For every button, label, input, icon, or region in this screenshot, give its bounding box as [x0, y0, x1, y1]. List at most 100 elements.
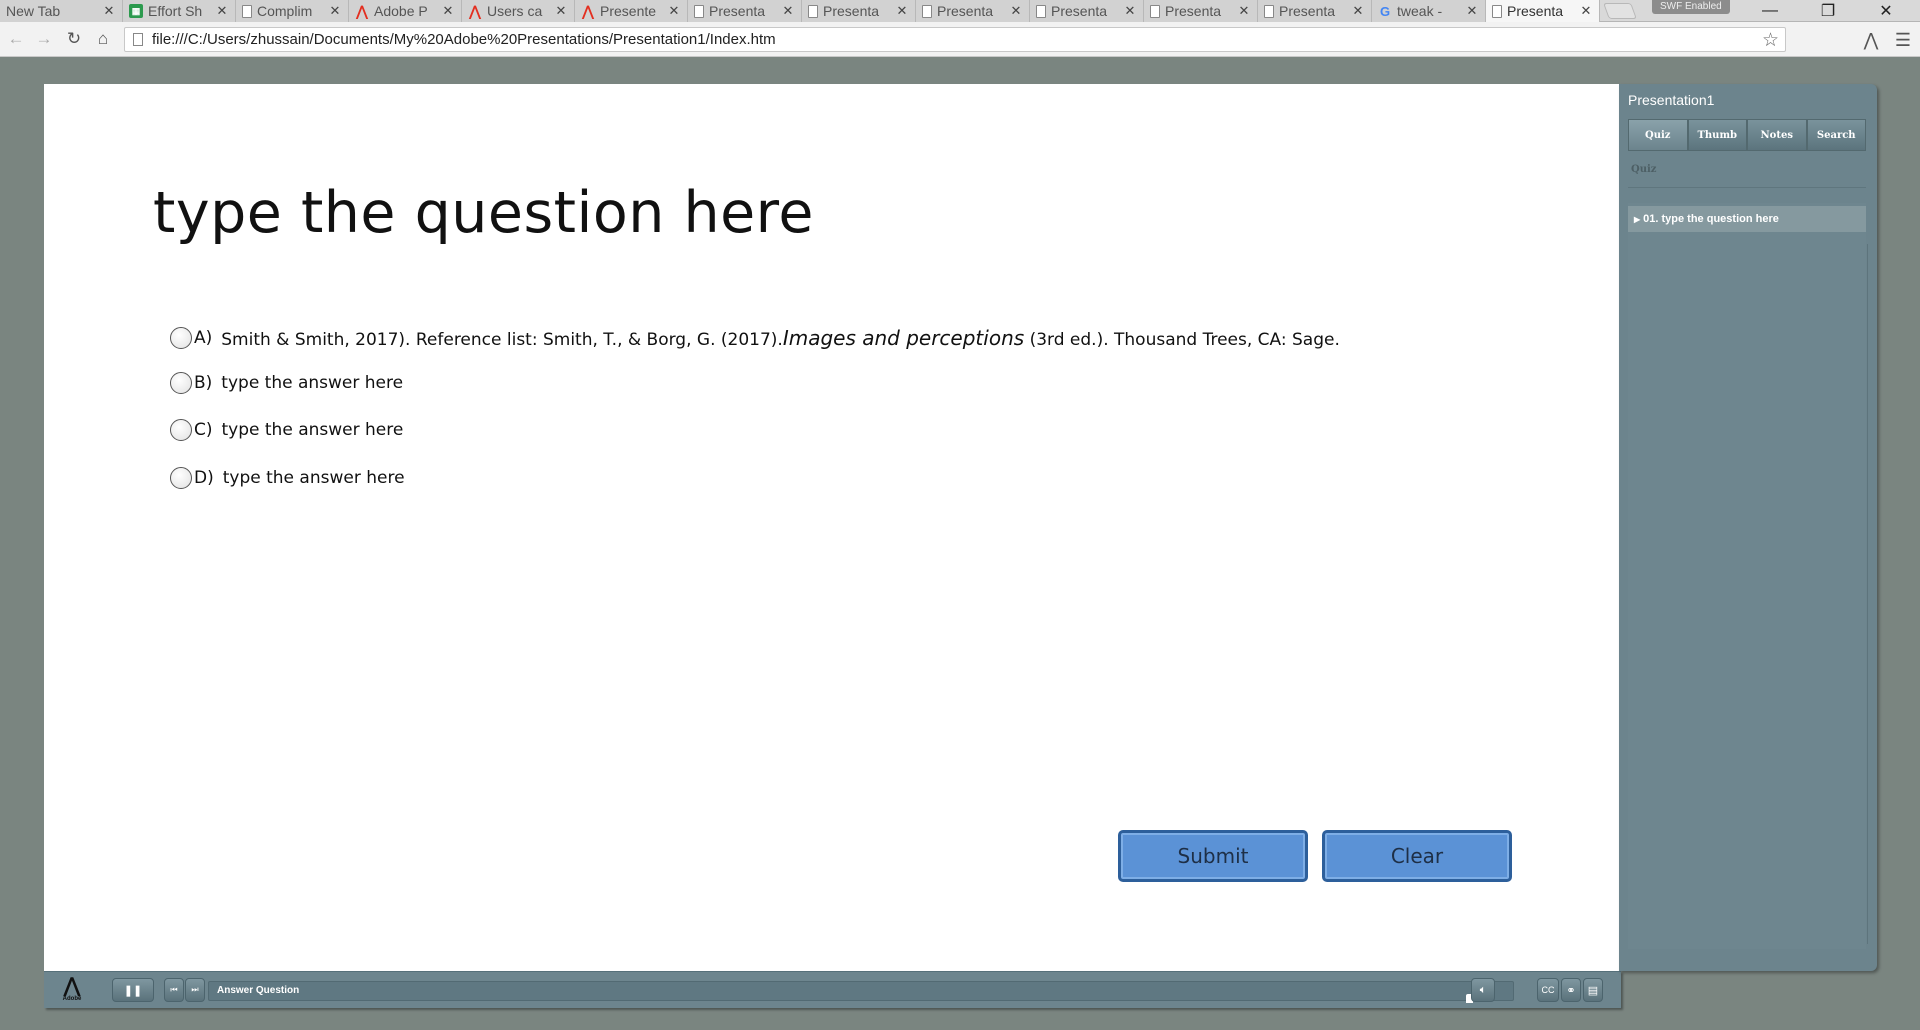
answer-option-c[interactable]: C) type the answer here: [170, 419, 403, 441]
browser-toolbar: ← → ↻ ⌂ file:///C:/Users/zhussain/Docume…: [0, 22, 1920, 57]
menu-icon[interactable]: ☰: [1892, 29, 1914, 51]
tab-thumb[interactable]: Thumb: [1687, 119, 1747, 151]
answer-letter: D): [194, 468, 214, 488]
playbar: ⋀ Adobe ❚❚ ⏮ ⏭ Answer Question 🔈︎ CC ⚭ ▤: [44, 971, 1621, 1008]
expand-arrow-icon: ▶: [1634, 214, 1641, 224]
clear-button[interactable]: Clear: [1322, 830, 1512, 882]
progress-track[interactable]: Answer Question: [208, 981, 1514, 1001]
question-title: type the question here: [153, 180, 814, 246]
browser-tab-strip: New Tab ✕ ▦ Effort Sh ✕ Complim ✕ ⋀ Adob…: [0, 0, 1920, 22]
tab-label: Presente: [600, 3, 657, 19]
browser-tab[interactable]: G tweak - ✕: [1372, 0, 1486, 22]
sheets-icon: ▦: [129, 4, 143, 18]
acrobat-extension-icon[interactable]: ⋀: [1860, 29, 1882, 51]
answer-text: type the answer here: [221, 420, 404, 440]
close-icon[interactable]: ✕: [1579, 3, 1593, 19]
tab-label: Presenta: [709, 3, 766, 19]
close-icon[interactable]: ✕: [667, 3, 681, 19]
close-icon[interactable]: ✕: [1351, 3, 1365, 19]
close-icon[interactable]: ✕: [1237, 3, 1251, 19]
toc-list: ▶ 01. type the question here: [1628, 203, 1866, 949]
toc-title: Presentation1: [1628, 92, 1715, 108]
restore-button[interactable]: ❐: [1806, 0, 1850, 22]
radio-button[interactable]: [170, 327, 192, 349]
browser-tab[interactable]: Complim ✕: [236, 0, 349, 22]
reload-icon[interactable]: ↻: [64, 29, 84, 49]
answer-letter: B): [194, 373, 213, 393]
answer-text: Smith & Smith, 2017). Reference list: Sm…: [221, 326, 1340, 350]
radio-button[interactable]: [170, 467, 192, 489]
browser-tab[interactable]: ⋀ Adobe P ✕: [349, 0, 462, 22]
toc-item[interactable]: ▶ 01. type the question here: [1628, 206, 1866, 232]
browser-tab[interactable]: Presenta ✕: [688, 0, 802, 22]
rewind-button[interactable]: ⏮: [164, 978, 184, 1002]
page-icon: [1150, 4, 1160, 18]
address-bar[interactable]: file:///C:/Users/zhussain/Documents/My%2…: [124, 27, 1786, 52]
close-icon[interactable]: ✕: [895, 3, 909, 19]
radio-button[interactable]: [170, 419, 192, 441]
close-icon[interactable]: ✕: [554, 3, 568, 19]
tab-label: Presenta: [1507, 3, 1564, 19]
tab-label: Presenta: [1051, 3, 1108, 19]
browser-tab[interactable]: Presenta ✕: [916, 0, 1030, 22]
forward-icon[interactable]: →: [34, 29, 54, 49]
toc-tabs: Quiz Thumb Notes Search: [1628, 119, 1866, 151]
attachment-icon[interactable]: ⚭: [1561, 978, 1581, 1002]
tab-label: Presenta: [1165, 3, 1222, 19]
adobe-logo: ⋀ Adobe: [62, 975, 82, 1002]
bookmark-star-icon[interactable]: ☆: [1762, 29, 1779, 52]
answer-letter: C): [194, 420, 213, 440]
answer-option-a[interactable]: A) Smith & Smith, 2017). Reference list:…: [170, 326, 1340, 350]
close-icon[interactable]: ✕: [328, 3, 342, 19]
tab-quiz[interactable]: Quiz: [1628, 119, 1688, 151]
swf-enabled-badge: SWF Enabled: [1652, 0, 1730, 14]
adobe-icon: ⋀: [582, 2, 594, 19]
close-icon[interactable]: ✕: [1123, 3, 1137, 19]
home-icon[interactable]: ⌂: [93, 29, 113, 49]
tab-label: Presenta: [937, 3, 994, 19]
browser-tab[interactable]: Presenta ✕: [1258, 0, 1372, 22]
adobe-icon: ⋀: [356, 2, 368, 19]
close-icon[interactable]: ✕: [441, 3, 455, 19]
browser-tab[interactable]: ▦ Effort Sh ✕: [123, 0, 236, 22]
browser-tab-active[interactable]: Presenta ✕: [1486, 0, 1600, 22]
adobe-icon: ⋀: [469, 2, 481, 19]
closed-captions-button[interactable]: CC: [1537, 978, 1559, 1002]
answer-letter: A): [194, 328, 213, 348]
toc-scrollbar[interactable]: [1867, 244, 1873, 944]
forward-button[interactable]: ⏭: [185, 978, 205, 1002]
close-icon[interactable]: ✕: [102, 3, 116, 19]
browser-tab[interactable]: ⋀ Users ca ✕: [462, 0, 575, 22]
tab-label: Presenta: [1279, 3, 1336, 19]
page-icon: [922, 4, 932, 18]
answer-option-d[interactable]: D) type the answer here: [170, 467, 405, 489]
close-icon[interactable]: ✕: [1009, 3, 1023, 19]
google-icon: G: [1379, 3, 1391, 19]
tab-search[interactable]: Search: [1806, 119, 1866, 151]
pause-button[interactable]: ❚❚: [112, 978, 154, 1002]
radio-button[interactable]: [170, 372, 192, 394]
new-tab-button[interactable]: [1603, 3, 1637, 19]
browser-tab[interactable]: Presenta ✕: [802, 0, 916, 22]
page-icon: [694, 4, 704, 18]
url-text: file:///C:/Users/zhussain/Documents/My%2…: [152, 31, 776, 48]
page-icon: [1492, 4, 1502, 18]
answer-text: type the answer here: [221, 373, 404, 393]
tab-label: Presenta: [823, 3, 880, 19]
submit-button[interactable]: Submit: [1118, 830, 1308, 882]
browser-tab[interactable]: ⋀ Presente ✕: [575, 0, 688, 22]
back-icon[interactable]: ←: [6, 29, 26, 49]
browser-tab[interactable]: Presenta ✕: [1144, 0, 1258, 22]
close-icon[interactable]: ✕: [781, 3, 795, 19]
browser-tab[interactable]: New Tab ✕: [0, 0, 123, 22]
browser-tab[interactable]: Presenta ✕: [1030, 0, 1144, 22]
toc-toggle-icon[interactable]: ▤: [1583, 978, 1603, 1002]
minimize-button[interactable]: —: [1748, 0, 1792, 22]
answer-option-b[interactable]: B) type the answer here: [170, 372, 403, 394]
close-window-button[interactable]: ✕: [1864, 0, 1908, 22]
close-icon[interactable]: ✕: [1465, 3, 1479, 19]
page-icon: [1036, 4, 1046, 18]
close-icon[interactable]: ✕: [215, 3, 229, 19]
tab-notes[interactable]: Notes: [1747, 119, 1807, 151]
volume-button[interactable]: 🔈︎: [1471, 978, 1495, 1002]
